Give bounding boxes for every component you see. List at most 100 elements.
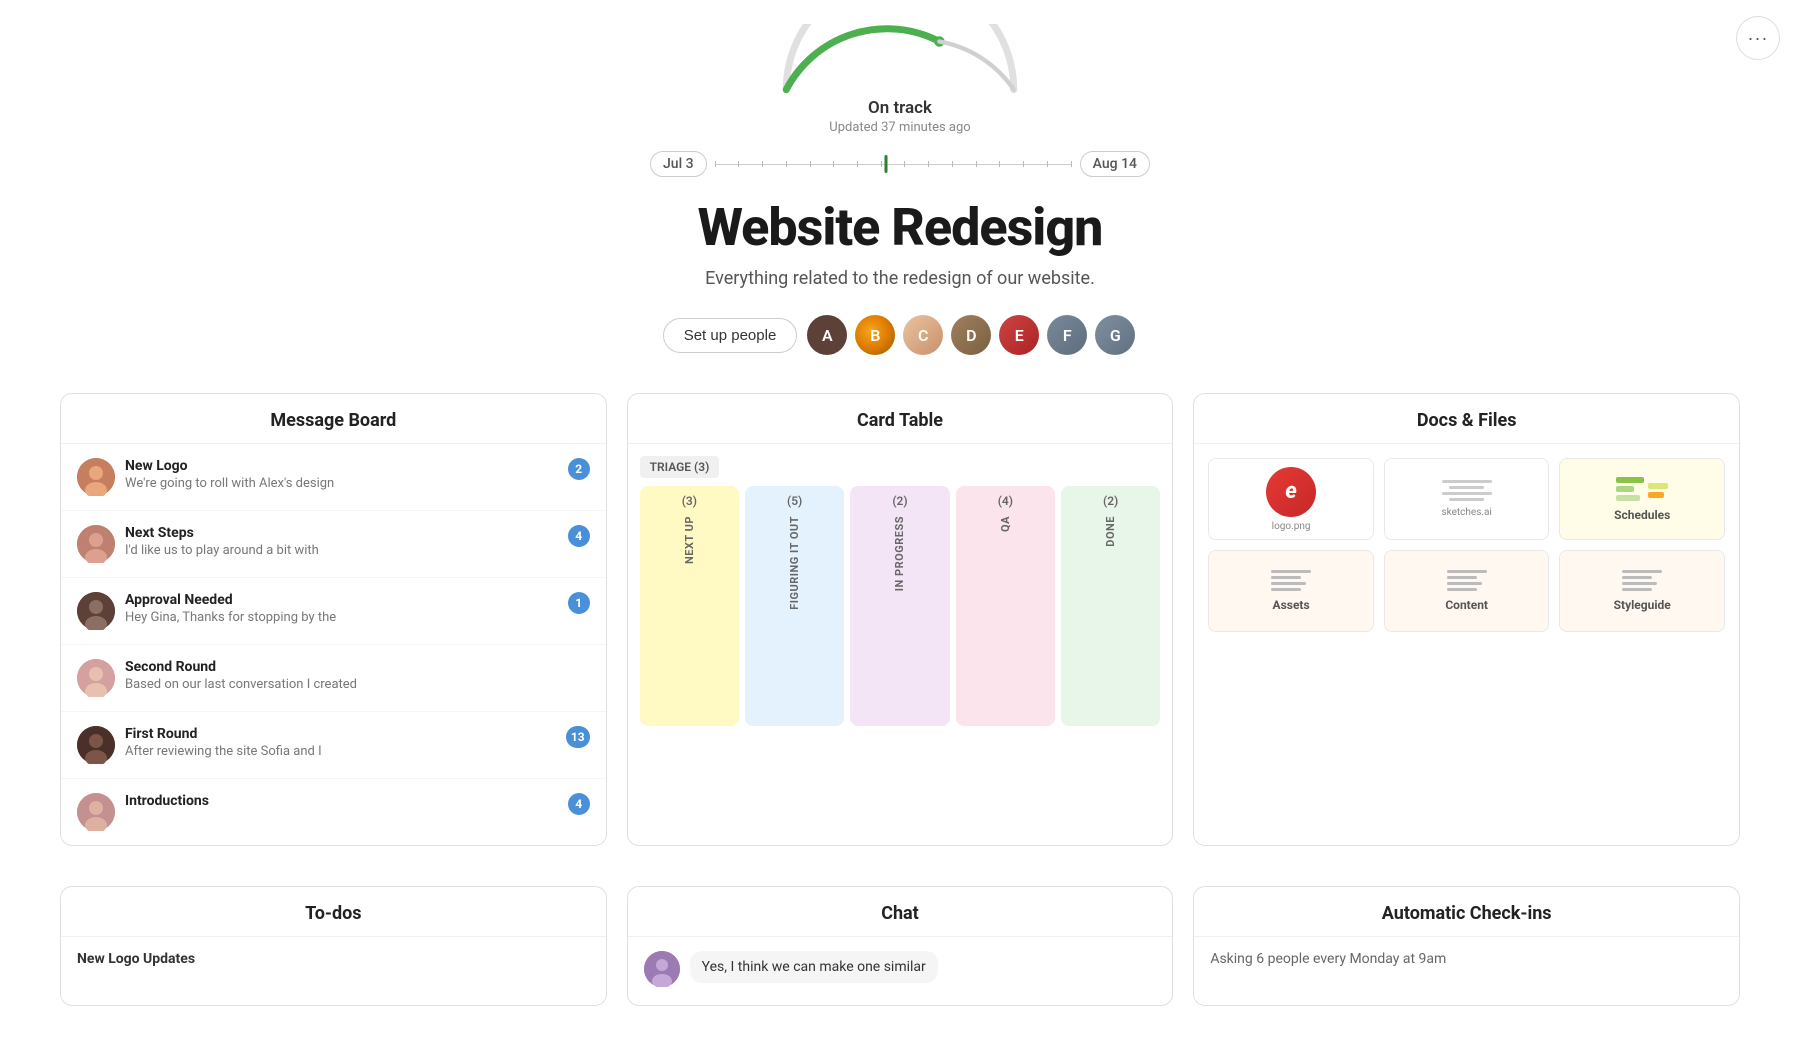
message-badge: 1 — [568, 592, 590, 614]
message-item[interactable]: Introductions 4 — [61, 779, 606, 845]
card-table-body: TRIAGE (3) (3) NEXT UP (5) FIGURING IT O… — [628, 444, 1173, 738]
column-next-up[interactable]: (3) NEXT UP — [640, 486, 739, 726]
column-in-progress[interactable]: (2) IN PROGRESS — [850, 486, 949, 726]
message-content: First Round After reviewing the site Sof… — [125, 726, 556, 759]
docs-files-title: Docs & Files — [1194, 394, 1739, 444]
content-label: Content — [1445, 598, 1488, 612]
tick — [1071, 161, 1072, 167]
tick — [881, 161, 882, 167]
sketch-line — [1449, 498, 1484, 501]
checkins-title: Automatic Check-ins — [1194, 887, 1739, 937]
tick — [833, 161, 834, 167]
sketch-line — [1442, 480, 1492, 483]
avatar[interactable]: D — [949, 313, 993, 357]
doc-sketches[interactable]: sketches.ai — [1384, 458, 1550, 540]
columns-container: (3) NEXT UP (5) FIGURING IT OUT (2) IN P… — [640, 486, 1161, 726]
updated-label: Updated 37 minutes ago — [829, 120, 970, 135]
chat-title: Chat — [628, 887, 1173, 937]
doc-content[interactable]: Content — [1384, 550, 1550, 632]
col-label: DONE — [1104, 516, 1117, 547]
logo-icon: e — [1266, 467, 1316, 517]
sketch-line — [1449, 486, 1484, 489]
doc-schedules[interactable]: Schedules — [1559, 458, 1725, 540]
avatar[interactable]: B — [853, 313, 897, 357]
doc-logo-preview: e logo.png — [1209, 459, 1373, 539]
message-badge: 2 — [568, 458, 590, 480]
doc-schedules-preview: Schedules — [1560, 459, 1724, 539]
tick — [1047, 161, 1048, 167]
message-board-title: Message Board — [61, 394, 606, 444]
schedules-label: Schedules — [1614, 508, 1670, 522]
tick — [738, 161, 739, 167]
message-preview: Based on our last conversation I created — [125, 677, 590, 692]
checkins-body: Asking 6 people every Monday at 9am — [1194, 937, 1739, 981]
avatar[interactable]: A — [805, 313, 849, 357]
chat-avatar — [644, 951, 680, 987]
sketches-filename: sketches.ai — [1441, 507, 1491, 518]
main-grid: Message Board New Logo We're going to ro… — [0, 393, 1800, 886]
column-qa[interactable]: (4) QA — [956, 486, 1055, 726]
project-title: Website Redesign — [20, 197, 1780, 258]
avatar[interactable]: C — [901, 313, 945, 357]
progress-arc: On track Updated 37 minutes ago — [20, 24, 1780, 135]
message-badge: 4 — [568, 525, 590, 547]
message-avatar — [77, 458, 115, 496]
message-avatar — [77, 592, 115, 630]
message-item[interactable]: Second Round Based on our last conversat… — [61, 645, 606, 712]
message-item[interactable]: New Logo We're going to roll with Alex's… — [61, 444, 606, 511]
avatars-container: A B C D E F G — [805, 313, 1137, 357]
message-item[interactable]: Approval Needed Hey Gina, Thanks for sto… — [61, 578, 606, 645]
tick — [715, 161, 716, 167]
doc-assets[interactable]: Assets — [1208, 550, 1374, 632]
message-content: Approval Needed Hey Gina, Thanks for sto… — [125, 592, 558, 625]
card-table-title: Card Table — [628, 394, 1173, 444]
message-title: Introductions — [125, 793, 558, 809]
col-label: NEXT UP — [683, 516, 696, 564]
tick — [786, 161, 787, 167]
message-avatar — [77, 726, 115, 764]
triage-label: TRIAGE (3) — [640, 456, 720, 478]
more-button[interactable]: ··· — [1736, 16, 1780, 60]
message-board-body: New Logo We're going to roll with Alex's… — [61, 444, 606, 845]
message-title: First Round — [125, 726, 556, 742]
message-badge: 4 — [568, 793, 590, 815]
message-item[interactable]: Next Steps I'd like us to play around a … — [61, 511, 606, 578]
message-avatar — [77, 659, 115, 697]
tick — [1023, 161, 1024, 167]
message-avatar — [77, 793, 115, 831]
doc-logo[interactable]: e logo.png — [1208, 458, 1374, 540]
message-title: New Logo — [125, 458, 558, 474]
message-content: Next Steps I'd like us to play around a … — [125, 525, 558, 558]
message-content: Introductions — [125, 793, 558, 811]
todos-title: To-dos — [61, 887, 606, 937]
tick — [928, 161, 929, 167]
doc-assets-preview: Assets — [1209, 551, 1373, 631]
avatar[interactable]: E — [997, 313, 1041, 357]
message-content: Second Round Based on our last conversat… — [125, 659, 590, 692]
avatar[interactable]: G — [1093, 313, 1137, 357]
timeline: Jul 3 Aug 14 — [650, 151, 1150, 177]
top-bar: ··· — [1736, 16, 1780, 60]
todos-body: New Logo Updates — [61, 937, 606, 989]
column-done[interactable]: (2) DONE — [1061, 486, 1160, 726]
message-preview: Hey Gina, Thanks for stopping by the — [125, 610, 558, 625]
message-item[interactable]: First Round After reviewing the site Sof… — [61, 712, 606, 779]
col-label: FIGURING IT OUT — [788, 516, 801, 610]
doc-styleguide[interactable]: Styleguide — [1559, 550, 1725, 632]
column-figuring-it-out[interactable]: (5) FIGURING IT OUT — [745, 486, 844, 726]
message-content: New Logo We're going to roll with Alex's… — [125, 458, 558, 491]
message-title: Second Round — [125, 659, 590, 675]
doc-styleguide-preview: Styleguide — [1560, 551, 1724, 631]
set-up-people-button[interactable]: Set up people — [663, 318, 798, 353]
timeline-track — [715, 154, 1072, 174]
avatar[interactable]: F — [1045, 313, 1089, 357]
todos-card: To-dos New Logo Updates — [60, 886, 607, 1006]
bottom-grid: To-dos New Logo Updates Chat Yes, I thin… — [0, 886, 1800, 1046]
assets-label: Assets — [1273, 598, 1310, 612]
message-board-card: Message Board New Logo We're going to ro… — [60, 393, 607, 846]
col-count: (2) — [1103, 494, 1118, 508]
docs-grid: e logo.png sketches.ai — [1194, 444, 1739, 646]
doc-content-preview: Content — [1385, 551, 1549, 631]
col-label: IN PROGRESS — [893, 516, 906, 591]
project-description: Everything related to the redesign of ou… — [20, 268, 1780, 289]
